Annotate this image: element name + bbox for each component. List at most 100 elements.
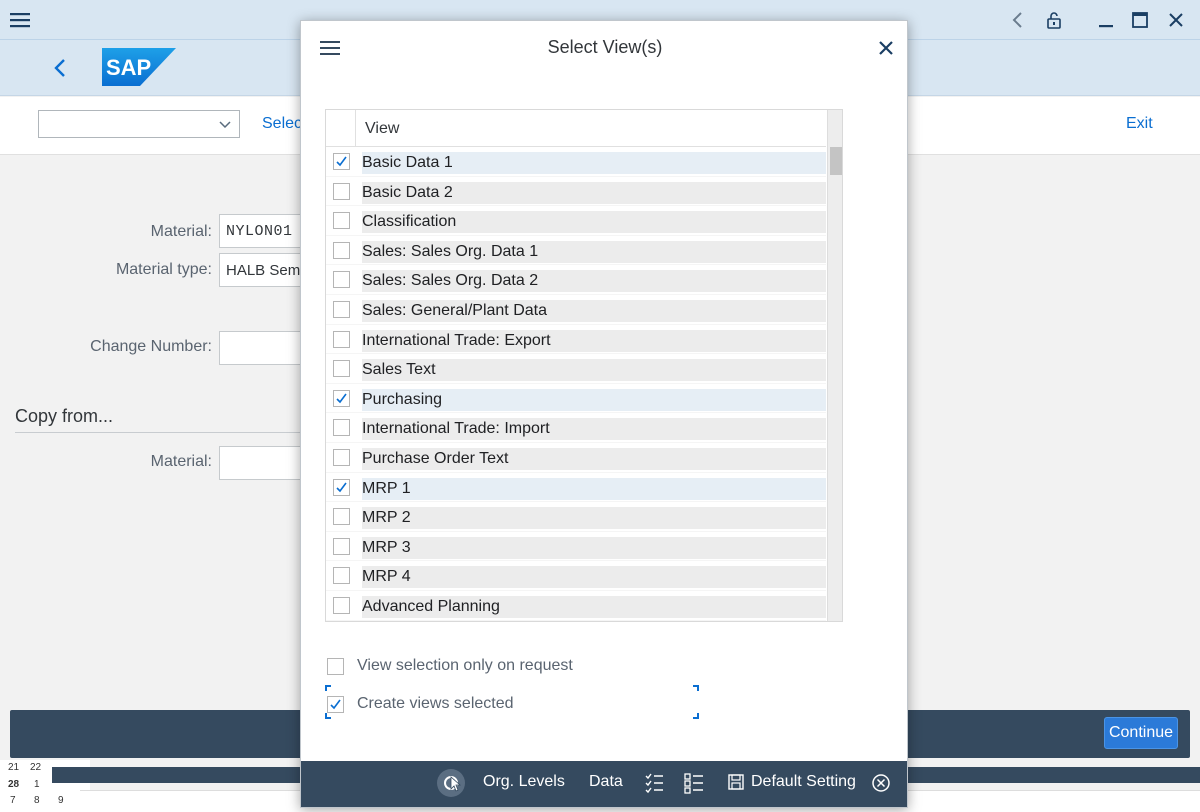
list-item[interactable]: Advanced Planning (326, 591, 826, 621)
view-checkbox[interactable] (333, 182, 350, 200)
list-item[interactable]: MRP 2 (326, 502, 826, 532)
material-input[interactable]: NYLON01 (219, 214, 309, 248)
chevron-down-icon (219, 121, 231, 129)
select-all-icon[interactable] (643, 771, 667, 795)
data-button[interactable]: Data (589, 773, 623, 791)
material-type-label: Material type: (115, 261, 212, 278)
calendar-day: 9 (58, 795, 64, 806)
save-icon (728, 774, 744, 790)
copy-material-input[interactable] (219, 446, 309, 480)
action-select[interactable] (38, 110, 240, 138)
calendar-day: 28 (8, 779, 20, 790)
material-label: Material: (150, 223, 212, 240)
dialog-footer: Org. Levels Data Default Setting (301, 761, 907, 807)
column-header-view: View (365, 120, 400, 137)
list-item[interactable]: Basic Data 1 (326, 147, 826, 177)
cursor-icon[interactable] (437, 769, 465, 797)
list-item[interactable]: Sales Text (326, 354, 826, 384)
list-item[interactable]: Sales: Sales Org. Data 1 (326, 236, 826, 266)
focus-corner (693, 685, 699, 691)
list-item[interactable]: Purchase Order Text (326, 443, 826, 473)
scrollbar-thumb[interactable] (830, 147, 842, 175)
views-list: Basic Data 1 Basic Data 2 Classification Sa… (326, 147, 826, 621)
list-item[interactable]: Purchasing (326, 384, 826, 414)
view-checkbox[interactable] (333, 300, 350, 318)
deselect-all-icon[interactable] (683, 771, 707, 795)
dialog-title: Select View(s) (547, 37, 663, 57)
copy-from-title: Copy from... (15, 406, 114, 426)
view-checkbox[interactable] (333, 596, 350, 614)
list-item[interactable]: MRP 1 (326, 473, 826, 503)
list-item[interactable]: Classification (326, 206, 826, 236)
back-icon[interactable] (1006, 8, 1030, 32)
request-checkbox[interactable] (327, 658, 344, 675)
org-levels-button[interactable]: Org. Levels (483, 773, 565, 791)
calendar-day: 22 (30, 762, 42, 773)
view-checkbox[interactable] (333, 271, 350, 289)
lock-icon[interactable] (1042, 8, 1066, 32)
maximize-icon[interactable] (1128, 8, 1152, 32)
select-views-link[interactable]: Selec (262, 115, 302, 133)
list-item[interactable]: MRP 3 (326, 532, 826, 562)
menu-icon[interactable] (8, 8, 32, 32)
view-checkbox[interactable] (333, 241, 350, 259)
focus-corner (325, 685, 331, 691)
view-label: Classification (362, 211, 826, 234)
view-checkbox[interactable] (333, 508, 350, 526)
views-table: View Basic Data 1 Basic Data 2 Classificat… (325, 109, 843, 622)
checkmark-icon (330, 699, 341, 710)
list-item[interactable]: Basic Data 2 (326, 177, 826, 207)
vertical-scrollbar[interactable] (827, 110, 842, 621)
list-item[interactable]: International Trade: Import (326, 413, 826, 443)
focus-corner (693, 713, 699, 719)
list-item[interactable]: Sales: Sales Org. Data 2 (326, 265, 826, 295)
view-label: MRP 1 (362, 477, 826, 500)
list-item[interactable]: Sales: General/Plant Data (326, 295, 826, 325)
view-label: MRP 2 (362, 507, 826, 530)
chevron-left-icon[interactable] (48, 54, 72, 82)
create-checkbox[interactable] (327, 696, 344, 713)
view-checkbox[interactable] (333, 212, 350, 230)
default-setting-label: Default Setting (751, 773, 856, 790)
focus-corner (325, 713, 331, 719)
view-checkbox[interactable] (333, 478, 350, 496)
create-option-label: Create views selected (357, 695, 514, 712)
calendar-day: 7 (10, 795, 16, 806)
calendar-day: 21 (8, 762, 20, 773)
list-item[interactable]: MRP 4 (326, 561, 826, 591)
material-type-input[interactable]: HALB Sem (219, 253, 309, 287)
calendar-day: 1 (34, 779, 40, 790)
close-icon[interactable] (1164, 8, 1188, 32)
view-label: International Trade: Import (362, 418, 826, 441)
change-number-label: Change Number: (90, 338, 212, 355)
view-checkbox[interactable] (333, 330, 350, 348)
view-label: MRP 3 (362, 536, 826, 559)
dialog-close-icon[interactable] (875, 37, 897, 59)
view-checkbox[interactable] (333, 567, 350, 585)
view-label: Purchasing (362, 388, 826, 411)
view-checkbox[interactable] (333, 389, 350, 407)
select-views-dialog: Select View(s) View Basic Data 1 Basic Da… (300, 20, 908, 808)
view-label: Sales Text (362, 359, 826, 382)
checkmark-icon (336, 156, 347, 167)
view-label: Basic Data 2 (362, 181, 826, 204)
default-setting-button[interactable]: Default Setting (727, 773, 856, 791)
view-checkbox[interactable] (333, 419, 350, 437)
change-number-input[interactable] (219, 331, 309, 365)
view-label: MRP 4 (362, 566, 826, 589)
select-all-column[interactable] (326, 110, 356, 147)
list-item[interactable]: International Trade: Export (326, 325, 826, 355)
view-checkbox[interactable] (333, 360, 350, 378)
view-checkbox[interactable] (333, 537, 350, 555)
cancel-icon[interactable] (869, 771, 893, 795)
view-checkbox[interactable] (333, 153, 350, 170)
copy-material-label: Material: (150, 453, 212, 470)
checkmark-icon (336, 482, 347, 492)
minimize-icon[interactable] (1094, 8, 1118, 32)
checkmark-icon (336, 393, 347, 403)
view-checkbox[interactable] (333, 448, 350, 466)
view-label: Advanced Planning (362, 595, 826, 618)
continue-button[interactable]: Continue (1104, 717, 1178, 749)
exit-button[interactable]: Exit (1126, 115, 1153, 133)
request-option-label: View selection only on request (357, 657, 573, 674)
